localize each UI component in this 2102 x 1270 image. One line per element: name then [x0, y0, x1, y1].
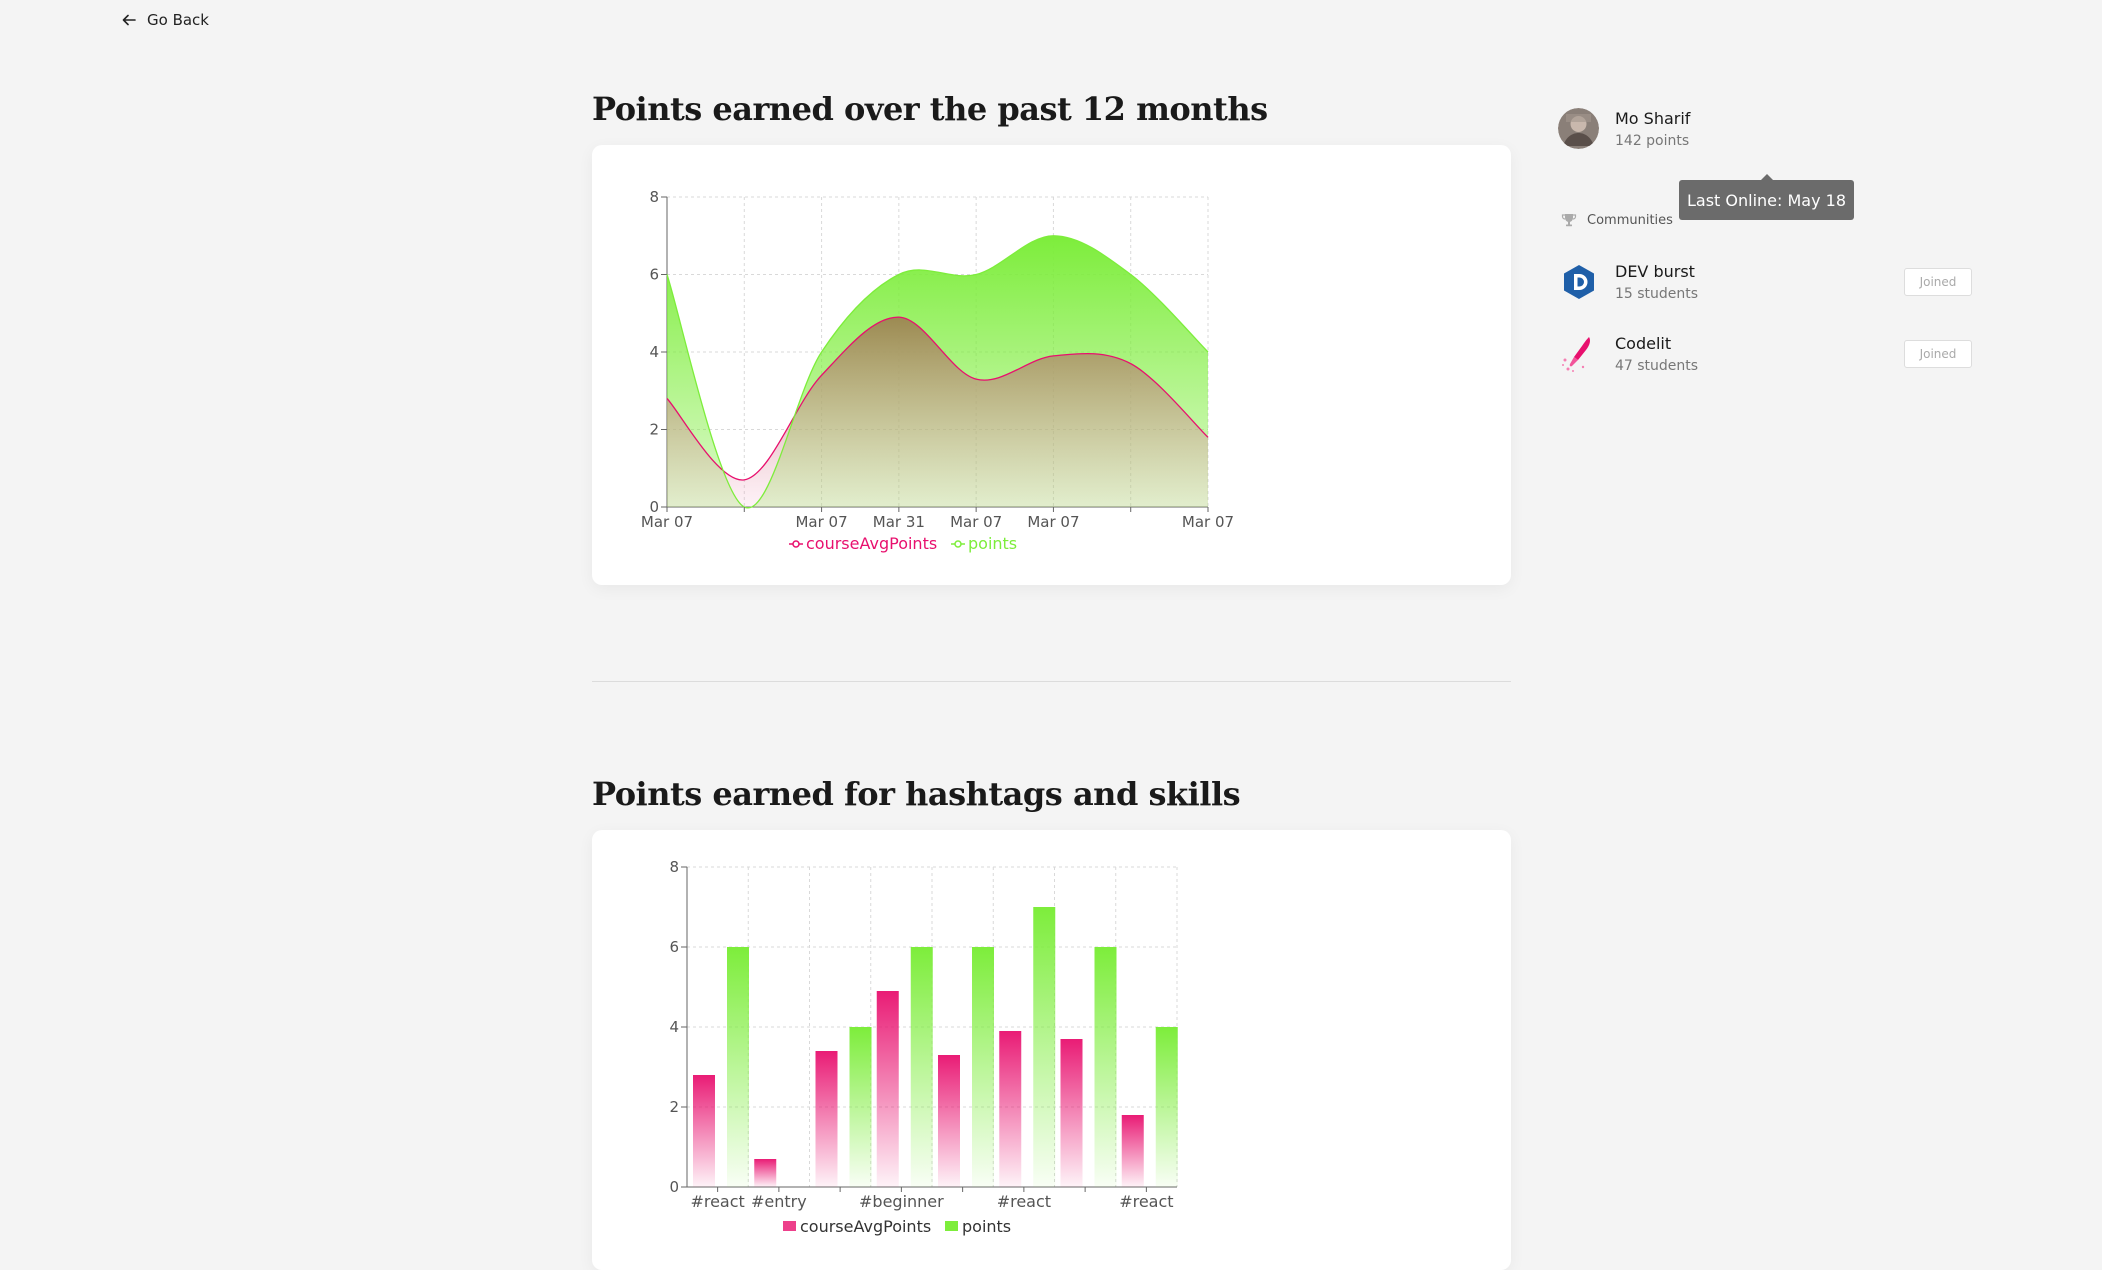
course-bar	[1122, 1115, 1144, 1187]
go-back-link[interactable]: Go Back	[121, 11, 209, 29]
bar-chart: 0 2 4 6 8 #react #entry #beginner #react #react co…	[592, 830, 1511, 1270]
course-bar	[938, 1055, 960, 1187]
points-bar	[911, 947, 933, 1187]
legend-marker-dot	[955, 541, 961, 547]
legend-marker-dot	[793, 541, 799, 547]
x-tick-label: Mar 07	[795, 513, 847, 531]
x-tick-label: Mar 07	[1027, 513, 1079, 531]
x-tick-label: #beginner	[859, 1192, 944, 1211]
x-tick-label: #react	[1119, 1192, 1173, 1211]
points-bar	[972, 947, 994, 1187]
x-tick-label: Mar 07	[1182, 513, 1234, 531]
profile-points: 142 points	[1615, 133, 1690, 149]
y-tick-label: 8	[669, 858, 679, 876]
points-bar	[1156, 1027, 1178, 1187]
joined-button[interactable]: Joined	[1904, 268, 1972, 296]
line-legend: courseAvgPoints points	[789, 534, 1017, 553]
y-tick-label: 2	[669, 1098, 679, 1116]
x-tick-label: #react	[690, 1192, 744, 1211]
community-students: 47 students	[1615, 358, 1698, 374]
points-bar	[1033, 907, 1055, 1187]
legend-swatch	[945, 1221, 958, 1231]
points-bar	[850, 1027, 872, 1187]
bar-legend: courseAvgPoints points	[783, 1217, 1011, 1236]
last-online-tooltip: Last Online: May 18	[1679, 180, 1854, 220]
y-tick-label: 4	[669, 1018, 679, 1036]
line-chart-card: 02468Mar 07Mar 07Mar 31Mar 07Mar 07Mar 0…	[592, 145, 1511, 585]
legend-label: courseAvgPoints	[800, 1217, 931, 1236]
x-tick-label: #react	[997, 1192, 1051, 1211]
x-tick-label: Mar 07	[641, 513, 693, 531]
profile-summary[interactable]: Mo Sharif 142 points	[1558, 108, 1690, 149]
y-tick-label: 0	[669, 1178, 679, 1196]
arrow-left-icon	[121, 12, 137, 28]
legend-label: points	[962, 1217, 1011, 1236]
y-tick-label: 8	[649, 188, 659, 206]
legend-swatch	[783, 1221, 796, 1231]
y-tick-label: 6	[649, 266, 659, 284]
trophy-icon	[1561, 212, 1577, 228]
profile-name[interactable]: Mo Sharif	[1615, 109, 1690, 128]
course-bar	[693, 1075, 715, 1187]
y-tick-label: 6	[669, 938, 679, 956]
community-students: 15 students	[1615, 286, 1698, 302]
course-bar	[754, 1159, 776, 1187]
section-divider	[592, 681, 1511, 682]
points-bar	[1095, 947, 1117, 1187]
communities-heading-label: Communities	[1587, 213, 1673, 228]
community-name: Codelit	[1615, 334, 1698, 353]
avatar[interactable]	[1558, 108, 1599, 149]
x-tick-label: #entry	[751, 1192, 807, 1211]
communities-heading: Communities	[1561, 212, 1673, 228]
course-bar	[816, 1051, 838, 1187]
legend-label: courseAvgPoints	[806, 534, 937, 553]
line-chart: 02468Mar 07Mar 07Mar 31Mar 07Mar 07Mar 0…	[592, 145, 1511, 585]
bar-chart-card: 0 2 4 6 8 #react #entry #beginner #react #react co…	[592, 830, 1511, 1270]
codelit-logo-icon	[1558, 333, 1599, 374]
x-tick-label: Mar 31	[873, 513, 925, 531]
community-item-codelit[interactable]: Codelit 47 students Joined	[1558, 333, 1972, 374]
go-back-label: Go Back	[147, 11, 209, 29]
community-name: DEV burst	[1615, 262, 1698, 281]
points-bar	[727, 947, 749, 1187]
legend-label: points	[968, 534, 1017, 553]
bar-chart-title: Points earned for hashtags and skills	[592, 775, 1240, 813]
dev-logo-icon	[1558, 261, 1599, 302]
y-tick-label: 4	[649, 343, 659, 361]
line-chart-title: Points earned over the past 12 months	[592, 90, 1268, 128]
course-bar	[1061, 1039, 1083, 1187]
community-item-dev-burst[interactable]: DEV burst 15 students Joined	[1558, 261, 1972, 302]
course-bar	[999, 1031, 1021, 1187]
x-tick-label: Mar 07	[950, 513, 1002, 531]
joined-button[interactable]: Joined	[1904, 340, 1972, 368]
course-bar	[877, 991, 899, 1187]
y-tick-label: 2	[649, 421, 659, 439]
